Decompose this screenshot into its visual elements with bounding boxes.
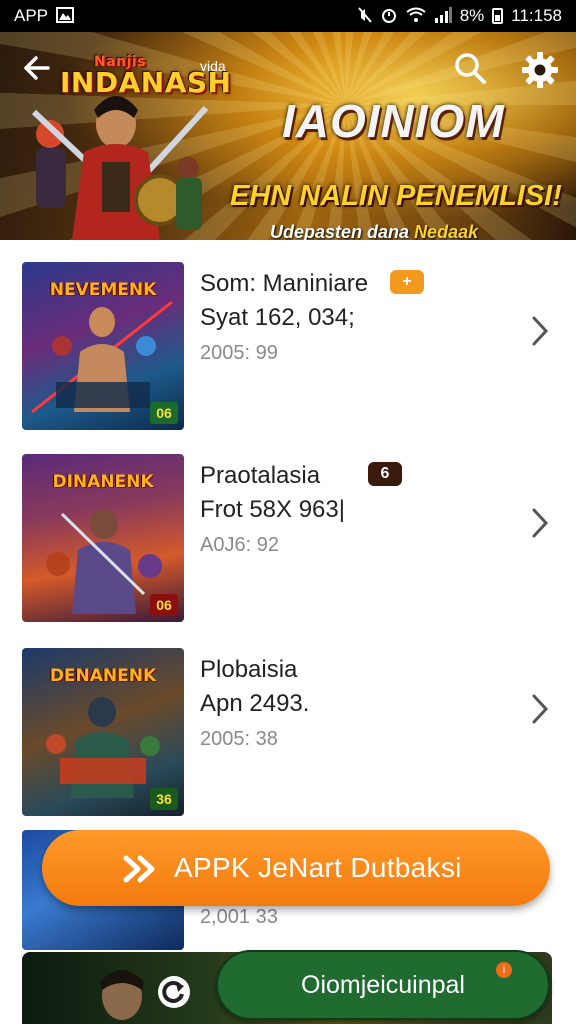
- item-meta: 2,001 33: [200, 906, 278, 928]
- item-meta: 2005: 99: [200, 342, 278, 364]
- item-title: Plobaisia: [200, 656, 298, 683]
- community-button-label: Oiomjeicuinpal: [301, 970, 465, 999]
- wifi-icon: [406, 7, 426, 26]
- item-subtitle: Syat 162, 034;: [200, 304, 355, 331]
- thumbnail-badge: 06: [150, 594, 178, 616]
- logo-subtext: vida: [200, 58, 226, 74]
- download-button-label: APPK JeNart Dutbaksi: [174, 852, 462, 883]
- status-bar: APP 8% 11:158: [0, 0, 576, 32]
- download-button[interactable]: APPK JeNart Dutbaksi: [42, 830, 550, 906]
- banner-tag-prefix: Udepasten dana: [270, 222, 410, 240]
- item-tag: 6: [368, 462, 402, 486]
- item-subtitle: Frot 58X 963|: [200, 496, 345, 523]
- alarm-icon: [380, 6, 398, 27]
- settings-button[interactable]: [518, 48, 562, 92]
- battery-percent: 8%: [459, 6, 485, 25]
- status-app-label: APP: [14, 6, 49, 25]
- banner-title: IAOINIOM: [282, 95, 505, 147]
- item-meta: 2005: 38: [200, 728, 278, 750]
- game-thumbnail: DINANENK 06: [22, 454, 184, 622]
- list-item[interactable]: DENANENK 36 Plobaisia Apn 2493. 2005: 38: [0, 626, 576, 816]
- banner-tag-accent: Nedaak: [414, 222, 479, 240]
- thumbnail-title: DENANENK: [49, 666, 157, 686]
- signal-icon: [434, 6, 452, 26]
- mute-icon: [357, 6, 372, 27]
- back-button[interactable]: [18, 50, 54, 86]
- status-time: 11:158: [511, 6, 562, 25]
- chevron-right-icon: [532, 316, 549, 346]
- item-meta: A0J6: 92: [200, 534, 279, 556]
- list-item[interactable]: NEVEMENK 06 Som: Maniniare + Syat 162, 0…: [0, 240, 576, 430]
- arrow-left-icon: [24, 56, 50, 80]
- game-thumbnail: NEVEMENK 06: [22, 262, 184, 430]
- search-icon: [455, 53, 486, 84]
- banner-subtitle: EHN NALIN PENEMLISI!: [230, 180, 562, 212]
- gallery-icon: [56, 6, 75, 26]
- thumbnail-title: NEVEMENK: [49, 280, 157, 300]
- double-chevron-right-icon: [123, 855, 155, 883]
- thumbnail-badge: 36: [150, 788, 178, 810]
- chevron-right-icon: [532, 694, 549, 724]
- community-button[interactable]: Oiomjeicuinpal i: [216, 950, 550, 1020]
- list-item[interactable]: DINANENK 06 Praotalasia 6 Frot 58X 963| …: [0, 432, 576, 622]
- status-right: 8% 11:158: [357, 6, 562, 27]
- gear-icon: [522, 52, 558, 88]
- banner-tagline: Udepasten dana Nedaak: [270, 222, 478, 240]
- item-title: Som: Maniniare: [200, 270, 369, 297]
- item-tag: +: [390, 270, 424, 294]
- item-subtitle: Apn 2493.: [200, 690, 310, 717]
- thumbnail-title: DINANENK: [52, 472, 154, 492]
- game-thumbnail: DENANENK 36: [22, 648, 184, 816]
- thumbnail-badge: 06: [150, 402, 178, 424]
- status-left: APP: [14, 6, 75, 26]
- hero-banner: Nanjis INDANASH vida IAOINIOM EHN NALIN …: [0, 32, 576, 240]
- item-title: Praotalasia: [200, 462, 321, 489]
- search-button[interactable]: [450, 48, 490, 88]
- chevron-right-icon: [532, 508, 549, 538]
- refresh-icon: [158, 976, 190, 1008]
- notification-dot: i: [496, 962, 512, 978]
- battery-icon: [492, 8, 504, 24]
